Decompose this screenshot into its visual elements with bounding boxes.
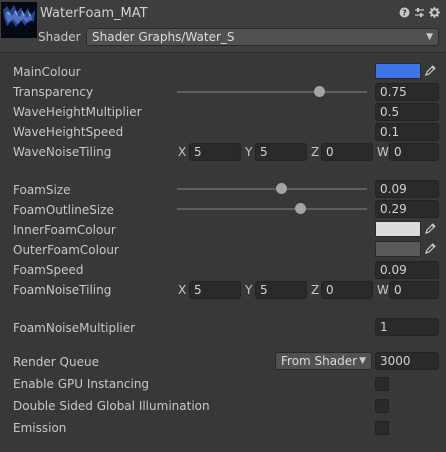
- wave-noise-tiling-z[interactable]: 0: [321, 143, 373, 161]
- chevron-down-icon: ▼: [359, 356, 366, 366]
- material-preview-thumbnail[interactable]: [1, 2, 37, 38]
- wave-noise-tiling-w[interactable]: 0: [389, 143, 439, 161]
- main-colour-swatch[interactable]: [375, 63, 421, 79]
- material-header: WaterFoam_MAT ? Shader Shader Graphs/Wat…: [0, 0, 446, 53]
- transparency-label: Transparency: [13, 85, 94, 99]
- vector-w-label: W: [377, 145, 389, 159]
- foam-noise-tiling-z[interactable]: 0: [321, 281, 373, 299]
- foam-noise-tiling-y[interactable]: 5: [255, 281, 307, 299]
- foam-outline-size-slider-handle[interactable]: [295, 203, 306, 214]
- wave-noise-tiling-y[interactable]: 5: [255, 143, 307, 161]
- vector-z-label: Z: [311, 283, 320, 297]
- eyedropper-icon[interactable]: [422, 221, 439, 237]
- foam-outline-size-label: FoamOutlineSize: [13, 203, 114, 217]
- render-queue-dropdown[interactable]: From Shader ▼: [275, 352, 372, 370]
- double-sided-gi-checkbox[interactable]: [375, 399, 389, 413]
- transparency-slider-track[interactable]: [177, 91, 367, 93]
- wave-noise-tiling-label: WaveNoiseTiling: [13, 145, 112, 159]
- vector-y-label: Y: [245, 283, 253, 297]
- wave-height-speed-input[interactable]: 0.1: [375, 123, 439, 141]
- transparency-slider-handle[interactable]: [314, 86, 325, 97]
- double-sided-gi-label: Double Sided Global Illumination: [13, 399, 210, 413]
- render-queue-mode: From Shader: [281, 354, 358, 368]
- vector-x-label: X: [178, 283, 187, 297]
- help-icon[interactable]: ?: [399, 7, 410, 18]
- shader-dropdown-value: Shader Graphs/Water_S: [92, 30, 235, 44]
- shader-label: Shader: [38, 30, 81, 44]
- eyedropper-icon[interactable]: [422, 241, 439, 257]
- foam-size-slider-track[interactable]: [177, 188, 367, 190]
- emission-label: Emission: [13, 421, 67, 435]
- vector-y-label: Y: [245, 145, 253, 159]
- foam-outline-size-input[interactable]: 0.29: [375, 200, 439, 218]
- settings-icon[interactable]: [429, 7, 440, 18]
- outer-foam-colour-swatch[interactable]: [375, 241, 421, 257]
- main-colour-label: MainColour: [13, 65, 81, 79]
- foam-size-label: FoamSize: [13, 183, 71, 197]
- transparency-input[interactable]: 0.75: [375, 83, 439, 101]
- wave-noise-tiling-x[interactable]: 5: [189, 143, 241, 161]
- wave-height-multiplier-label: WaveHeightMultiplier: [13, 105, 142, 119]
- foam-size-slider-handle[interactable]: [276, 183, 287, 194]
- foam-size-input[interactable]: 0.09: [375, 180, 439, 198]
- preset-icon[interactable]: [414, 7, 425, 18]
- inner-foam-colour-label: InnerFoamColour: [13, 223, 116, 237]
- material-name: WaterFoam_MAT: [40, 6, 148, 21]
- inner-foam-colour-swatch[interactable]: [375, 221, 421, 237]
- vector-w-label: W: [377, 283, 389, 297]
- foam-speed-input[interactable]: 0.09: [375, 261, 439, 279]
- svg-text:?: ?: [402, 9, 407, 18]
- foam-noise-tiling-x[interactable]: 5: [189, 281, 241, 299]
- gpu-instancing-checkbox[interactable]: [375, 377, 389, 391]
- eyedropper-icon[interactable]: [422, 63, 439, 79]
- wave-height-multiplier-input[interactable]: 0.5: [375, 103, 439, 121]
- shader-dropdown[interactable]: Shader Graphs/Water_S ▼: [86, 28, 439, 46]
- wave-height-speed-label: WaveHeightSpeed: [13, 125, 124, 139]
- render-queue-input[interactable]: 3000: [375, 352, 439, 370]
- vector-z-label: Z: [311, 145, 320, 159]
- foam-noise-tiling-label: FoamNoiseTiling: [13, 283, 112, 297]
- render-queue-label: Render Queue: [13, 355, 99, 369]
- foam-outline-size-slider-track[interactable]: [177, 208, 367, 210]
- foam-speed-label: FoamSpeed: [13, 263, 84, 277]
- outer-foam-colour-label: OuterFoamColour: [13, 243, 119, 257]
- foam-noise-multiplier-label: FoamNoiseMultiplier: [13, 321, 136, 335]
- foam-noise-tiling-w[interactable]: 0: [389, 281, 439, 299]
- chevron-down-icon: ▼: [426, 32, 433, 42]
- emission-checkbox[interactable]: [375, 421, 389, 435]
- vector-x-label: X: [178, 145, 187, 159]
- gpu-instancing-label: Enable GPU Instancing: [13, 377, 150, 391]
- foam-noise-multiplier-input[interactable]: 1: [375, 318, 439, 336]
